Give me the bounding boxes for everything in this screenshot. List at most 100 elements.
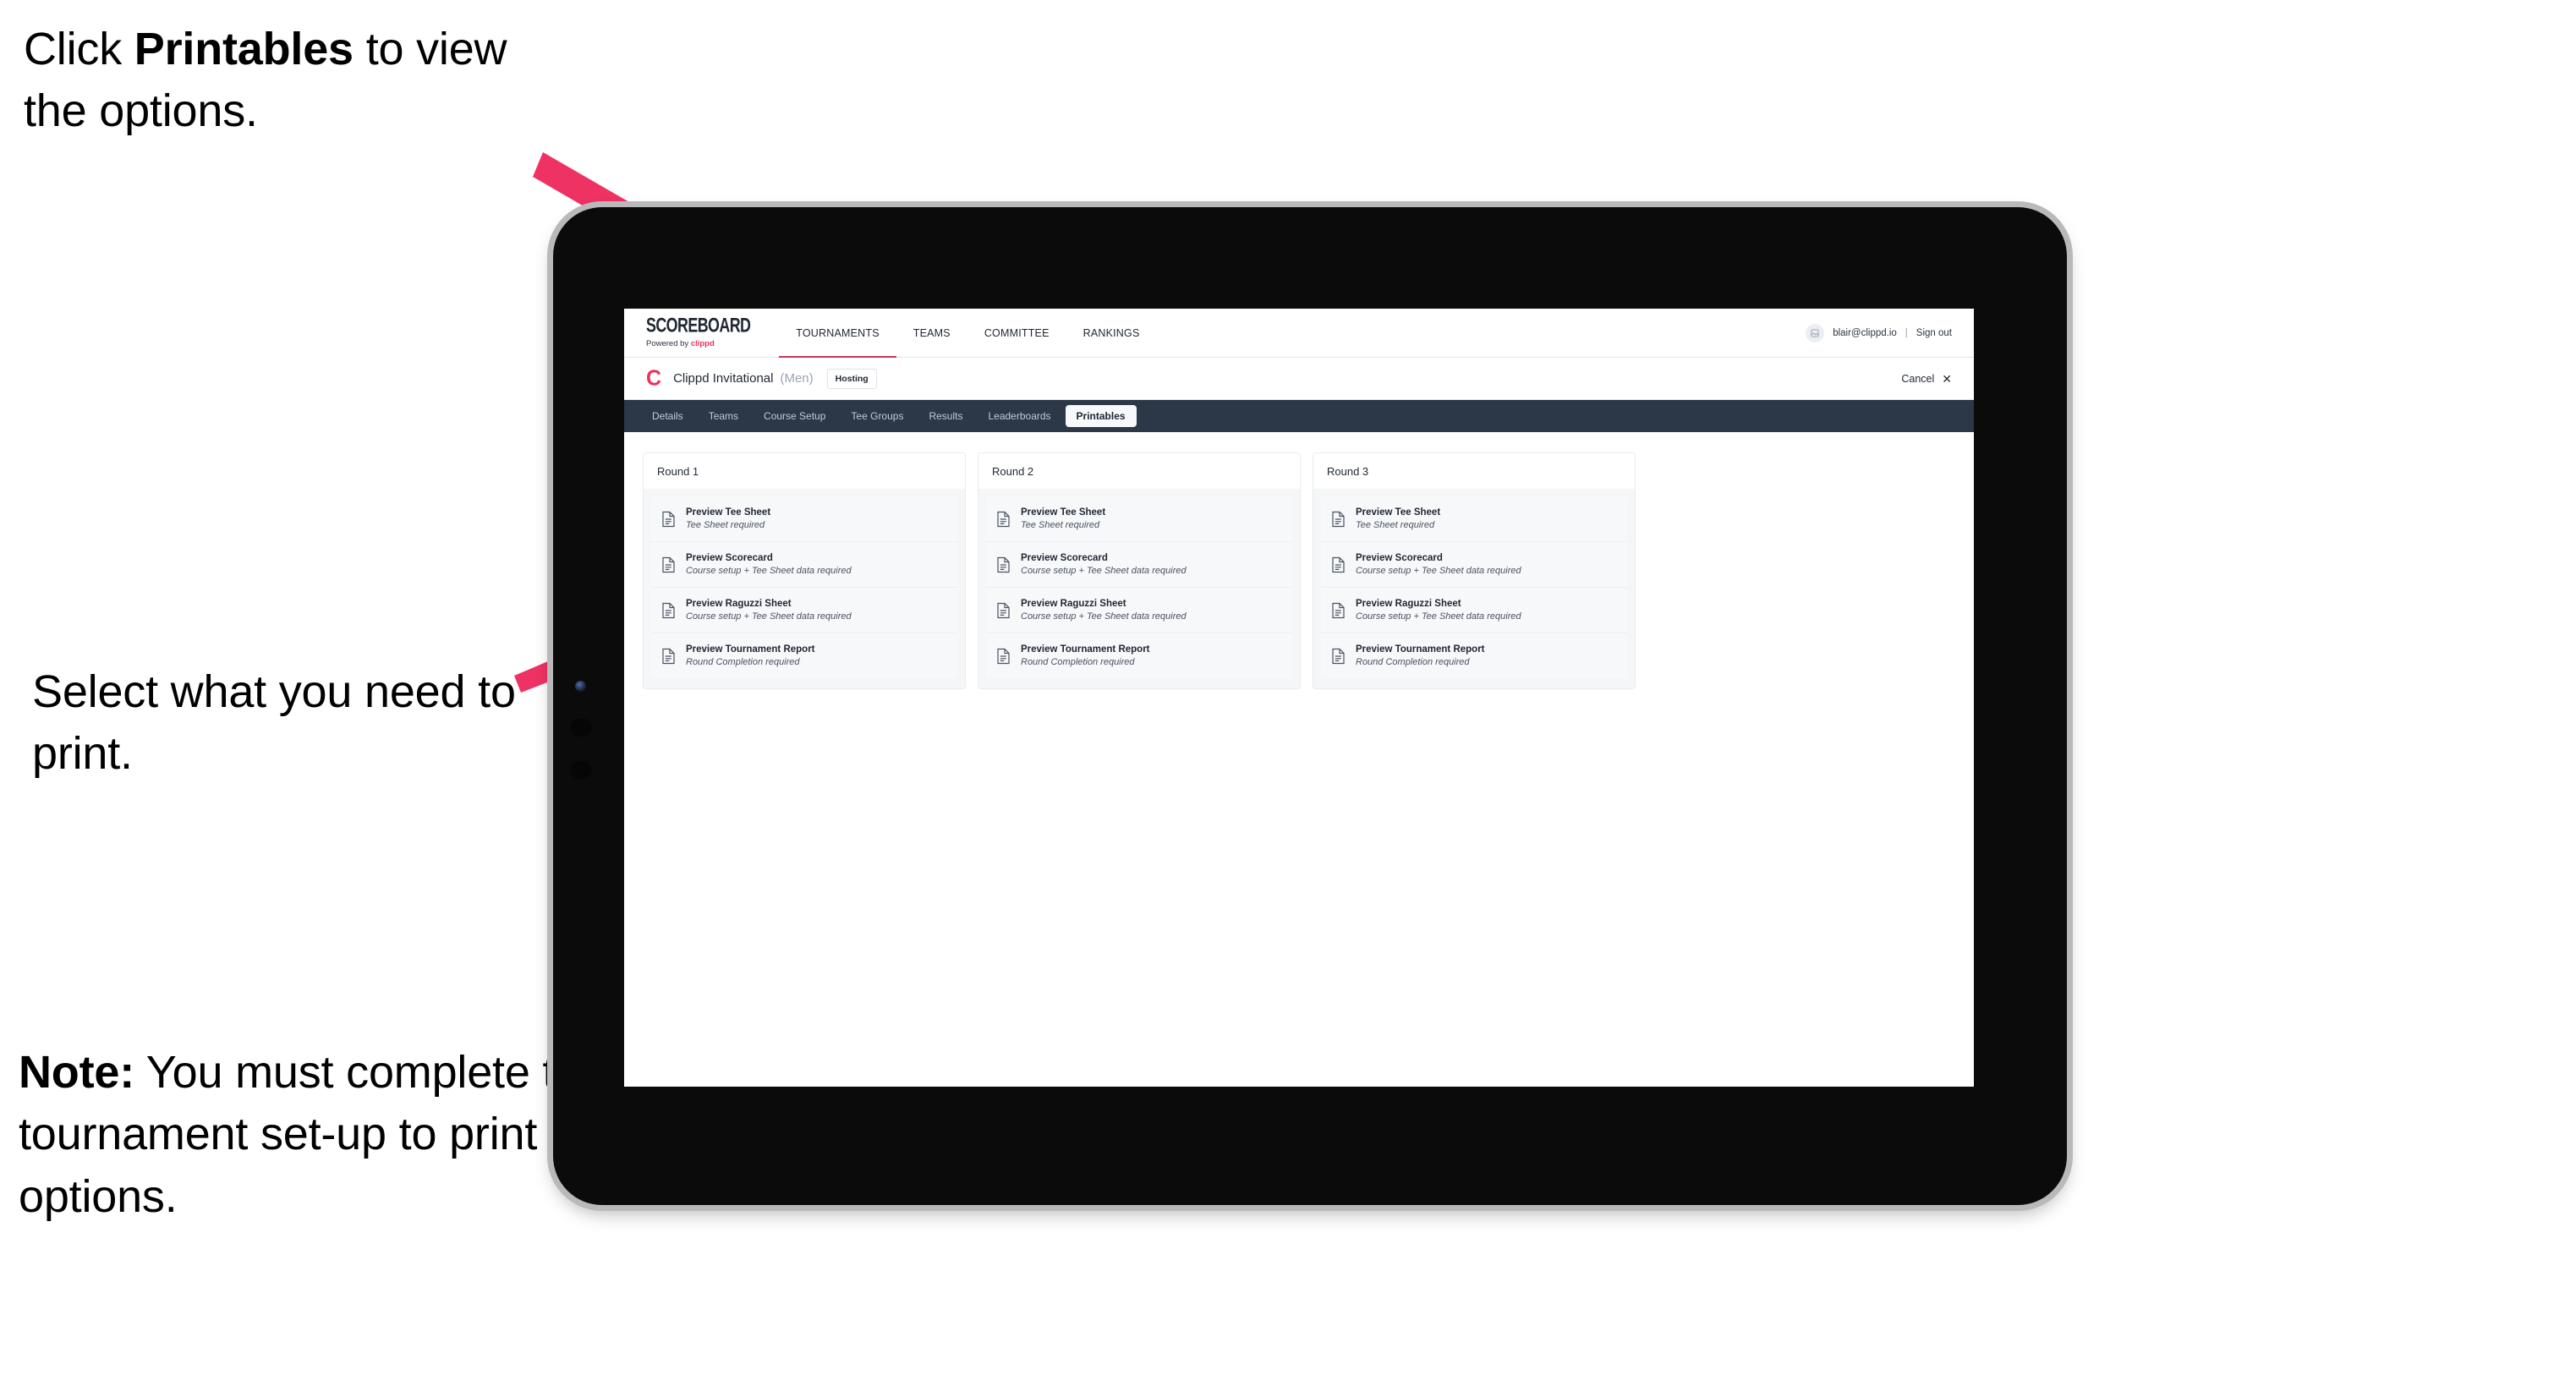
printable-item-scorecard[interactable]: Preview Scorecard Course setup + Tee She…	[651, 542, 957, 588]
device-side-button-1[interactable]	[570, 718, 592, 737]
printable-item-text: Preview Tournament Report Round Completi…	[1021, 644, 1150, 667]
printable-item-text: Preview Raguzzi Sheet Course setup + Tee…	[1021, 599, 1187, 622]
round-items-list: Preview Tee Sheet Tee Sheet required Pre…	[644, 489, 965, 688]
annotation-note-bold: Note:	[19, 1047, 134, 1098]
tab-details[interactable]: Details	[641, 405, 694, 427]
printable-item-text: Preview Raguzzi Sheet Course setup + Tee…	[686, 599, 852, 622]
printable-item-subtitle: Tee Sheet required	[686, 520, 765, 530]
logo-wordmark: SCOREBOARD	[646, 314, 751, 337]
device-side-button-2[interactable]	[570, 761, 592, 780]
annotation-click-printables: Click Printables to view the options.	[24, 19, 582, 143]
status-badge: Hosting	[826, 368, 877, 389]
account-email: blair@clippd.io	[1833, 327, 1897, 338]
document-icon	[996, 556, 1011, 573]
tab-printables[interactable]: Printables	[1065, 405, 1137, 427]
scoreboard-logo[interactable]: SCOREBOARD Powered by clippd	[624, 309, 779, 357]
printable-item-tournament-report[interactable]: Preview Tournament Report Round Completi…	[651, 633, 957, 678]
tab-results[interactable]: Results	[918, 405, 973, 427]
annotation-middle-text: Select what you need to print.	[32, 666, 516, 780]
nav-item-teams[interactable]: TEAMS	[896, 309, 967, 357]
user-avatar-icon[interactable]	[1806, 323, 1825, 342]
printable-item-raguzzi-sheet[interactable]: Preview Raguzzi Sheet Course setup + Tee…	[651, 588, 957, 633]
tab-course-setup[interactable]: Course Setup	[753, 405, 836, 427]
printable-item-subtitle: Tee Sheet required	[1356, 520, 1435, 530]
account-area: blair@clippd.io | Sign out	[1806, 309, 1974, 357]
printable-item-title: Preview Raguzzi Sheet	[1021, 599, 1126, 609]
cancel-button-label: Cancel	[1901, 372, 1935, 385]
annotation-select-what-to-print: Select what you need to print.	[32, 661, 556, 786]
nav-item-committee-label: COMMITTEE	[984, 326, 1050, 339]
nav-item-rankings-label: RANKINGS	[1082, 326, 1140, 339]
printable-item-tee-sheet[interactable]: Preview Tee Sheet Tee Sheet required	[1321, 496, 1627, 542]
main-nav-items: TOURNAMENTS TEAMS COMMITTEE RANKINGS	[779, 309, 1157, 358]
document-icon	[996, 511, 1011, 528]
printable-item-subtitle: Round Completion required	[1021, 657, 1135, 667]
printables-content: Round 1 Preview Tee Sheet Tee Sheet requ…	[624, 432, 1974, 1087]
document-icon	[1331, 511, 1346, 528]
printable-item-subtitle: Course setup + Tee Sheet data required	[1021, 566, 1187, 576]
nav-item-tournaments-label: TOURNAMENTS	[796, 326, 880, 339]
printable-item-tee-sheet[interactable]: Preview Tee Sheet Tee Sheet required	[651, 496, 957, 542]
printable-item-subtitle: Round Completion required	[686, 657, 800, 667]
logo-tagline-brand: clippd	[690, 338, 715, 348]
clippd-c-logo-icon: C	[646, 365, 662, 391]
printable-item-text: Preview Scorecard Course setup + Tee She…	[686, 553, 852, 576]
document-icon	[661, 556, 676, 573]
document-icon	[1331, 556, 1346, 573]
printable-item-raguzzi-sheet[interactable]: Preview Raguzzi Sheet Course setup + Tee…	[986, 588, 1292, 633]
printable-item-text: Preview Scorecard Course setup + Tee She…	[1021, 553, 1187, 576]
nav-item-rankings[interactable]: RANKINGS	[1066, 309, 1157, 357]
tab-results-label: Results	[929, 410, 963, 422]
round-column: Round 2 Preview Tee Sheet Tee Sheet requ…	[978, 452, 1301, 689]
printable-item-raguzzi-sheet[interactable]: Preview Raguzzi Sheet Course setup + Tee…	[1321, 588, 1627, 633]
tournament-gender: (Men)	[780, 371, 814, 386]
nav-item-committee[interactable]: COMMITTEE	[967, 309, 1066, 357]
document-icon	[661, 511, 676, 528]
printable-item-title: Preview Raguzzi Sheet	[1356, 599, 1461, 609]
tab-tee-groups[interactable]: Tee Groups	[840, 405, 914, 427]
annotation-top-pre: Click	[24, 24, 134, 74]
close-icon: ✕	[1942, 371, 1952, 386]
nav-item-teams-label: TEAMS	[913, 326, 951, 339]
printable-item-text: Preview Tee Sheet Tee Sheet required	[686, 507, 770, 530]
printable-item-title: Preview Tee Sheet	[1021, 507, 1106, 518]
tablet-device-frame: SCOREBOARD Powered by clippd TOURNAMENTS…	[553, 207, 2067, 1205]
printable-item-title: Preview Raguzzi Sheet	[686, 599, 792, 609]
printable-item-tournament-report[interactable]: Preview Tournament Report Round Completi…	[1321, 633, 1627, 678]
printable-item-scorecard[interactable]: Preview Scorecard Course setup + Tee She…	[986, 542, 1292, 588]
printable-item-scorecard[interactable]: Preview Scorecard Course setup + Tee She…	[1321, 542, 1627, 588]
logo-tagline-prefix: Powered by	[646, 338, 691, 348]
round-title: Round 3	[1313, 453, 1635, 489]
printable-item-title: Preview Scorecard	[686, 553, 773, 563]
printable-item-subtitle: Tee Sheet required	[1021, 520, 1100, 530]
printable-item-subtitle: Course setup + Tee Sheet data required	[686, 611, 852, 622]
document-icon	[661, 648, 676, 665]
sign-out-link[interactable]: Sign out	[1916, 328, 1952, 338]
document-icon	[996, 602, 1011, 619]
printable-item-tee-sheet[interactable]: Preview Tee Sheet Tee Sheet required	[986, 496, 1292, 542]
logo-tagline: Powered by clippd	[646, 340, 757, 348]
tab-tee-groups-label: Tee Groups	[851, 410, 904, 422]
document-icon	[996, 648, 1011, 665]
tab-leaderboards[interactable]: Leaderboards	[977, 405, 1061, 427]
printable-item-subtitle: Course setup + Tee Sheet data required	[686, 566, 852, 576]
cancel-button[interactable]: Cancel ✕	[1901, 373, 1952, 385]
printable-item-text: Preview Tournament Report Round Completi…	[1356, 644, 1485, 667]
tournament-header: C Clippd Invitational (Men) Hosting Canc…	[624, 358, 1974, 400]
round-items-list: Preview Tee Sheet Tee Sheet required Pre…	[978, 489, 1300, 688]
printable-item-title: Preview Tee Sheet	[1356, 507, 1441, 518]
printable-item-tournament-report[interactable]: Preview Tournament Report Round Completi…	[986, 633, 1292, 678]
tab-teams-label: Teams	[708, 410, 739, 422]
printable-item-subtitle: Round Completion required	[1356, 657, 1470, 667]
screenshot-root: Click Printables to view the options. Se…	[0, 0, 2576, 1386]
tab-teams[interactable]: Teams	[698, 405, 749, 427]
nav-item-tournaments[interactable]: TOURNAMENTS	[779, 309, 896, 358]
printable-item-subtitle: Course setup + Tee Sheet data required	[1021, 611, 1187, 622]
round-title: Round 1	[644, 453, 965, 489]
top-navigation-bar: SCOREBOARD Powered by clippd TOURNAMENTS…	[624, 309, 1974, 358]
document-icon	[661, 602, 676, 619]
printable-item-title: Preview Scorecard	[1021, 553, 1108, 563]
round-column: Round 1 Preview Tee Sheet Tee Sheet requ…	[643, 452, 966, 689]
printable-item-subtitle: Course setup + Tee Sheet data required	[1356, 611, 1521, 622]
round-column: Round 3 Preview Tee Sheet Tee Sheet requ…	[1313, 452, 1636, 689]
